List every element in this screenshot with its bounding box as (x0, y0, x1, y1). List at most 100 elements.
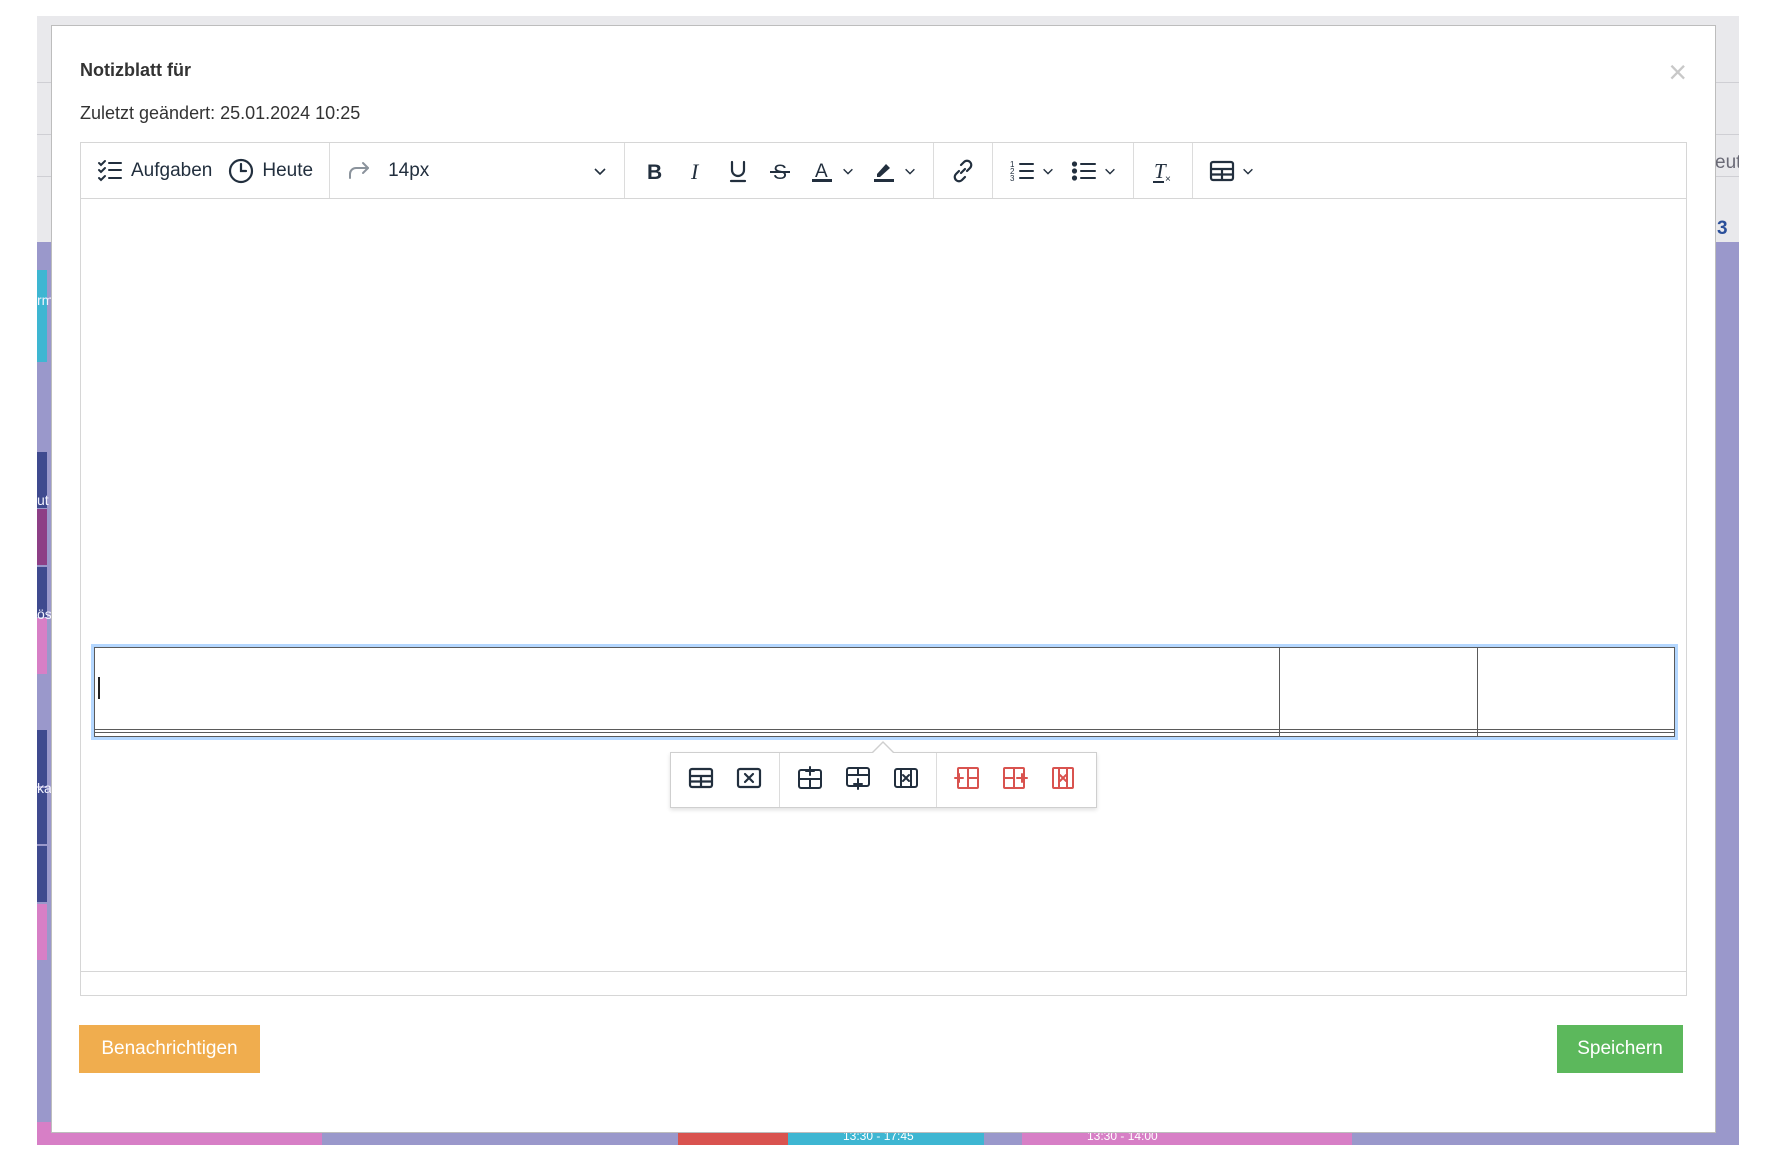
underline-button[interactable] (717, 151, 759, 191)
bulleted-list-icon (1071, 158, 1097, 184)
editor-statusbar (81, 971, 1686, 995)
delete-column-icon (1050, 765, 1076, 796)
chevron-down-icon (1041, 164, 1055, 178)
table-cell[interactable] (94, 732, 1280, 737)
table-cell[interactable] (1279, 732, 1478, 737)
editor-content[interactable] (81, 200, 1686, 973)
insert-row-before-icon (797, 765, 823, 796)
table-properties-icon (688, 765, 714, 796)
toolbar-pointer (872, 743, 894, 754)
highlight-color-icon (871, 158, 897, 184)
table-cell[interactable] (1476, 647, 1675, 730)
insert-row-before-button[interactable] (786, 760, 834, 800)
table-cell[interactable] (94, 647, 1280, 730)
background-event (37, 788, 47, 844)
table-context-toolbar (670, 741, 1097, 808)
strikethrough-icon: S (767, 158, 793, 184)
modal-title: Notizblatt für (80, 60, 191, 80)
delete-column-button[interactable] (1039, 760, 1087, 800)
background-event (37, 904, 47, 960)
italic-icon: I (683, 158, 709, 184)
svg-text:3: 3 (1010, 174, 1015, 183)
toolbar-group-link (934, 143, 994, 198)
table-toolbar-group-columns (937, 753, 1093, 807)
background-text: 3 (1717, 218, 1728, 239)
checklist-icon (97, 158, 123, 184)
background-event (37, 509, 47, 565)
clear-formatting-button[interactable]: T × (1142, 151, 1184, 191)
svg-text:B: B (647, 161, 662, 184)
background-text: ös (37, 606, 52, 622)
background-text: eute (1715, 152, 1739, 173)
text-cursor (98, 677, 100, 700)
table-row (94, 732, 1675, 737)
chevron-down-icon (1241, 164, 1255, 178)
text-color-icon: A (809, 158, 835, 184)
insert-column-before-icon (954, 765, 980, 796)
redo-button[interactable] (338, 151, 380, 191)
strikethrough-button[interactable]: S (759, 151, 801, 191)
bulleted-list-button[interactable] (1063, 151, 1125, 191)
insert-row-after-icon (845, 765, 871, 796)
insert-column-before-button[interactable] (943, 760, 991, 800)
note-table[interactable] (94, 647, 1675, 737)
font-size-value: 14px (388, 159, 430, 181)
link-icon (950, 158, 976, 184)
table-toolbar-group-table (671, 753, 780, 807)
underline-icon (725, 158, 751, 184)
svg-text:I: I (690, 159, 700, 184)
insert-column-after-icon (1002, 765, 1028, 796)
notes-modal: Notizblatt für Zuletzt geändert: 25.01.2… (51, 25, 1716, 1133)
delete-row-icon (893, 765, 919, 796)
insert-row-after-button[interactable] (834, 760, 882, 800)
chevron-down-icon (1103, 164, 1117, 178)
numbered-list-icon: 1 2 3 (1009, 158, 1035, 184)
close-button[interactable]: × (1668, 56, 1687, 88)
chevron-down-icon (841, 164, 855, 178)
bold-button[interactable]: B (633, 151, 675, 191)
toolbar-group-history: 14px (330, 143, 626, 198)
background-text: ka (37, 780, 52, 796)
toolbar-group-table (1193, 143, 1271, 198)
italic-button[interactable]: I (675, 151, 717, 191)
insert-column-after-button[interactable] (991, 760, 1039, 800)
chevron-down-icon (592, 163, 608, 179)
text-color-button[interactable]: A (801, 151, 863, 191)
today-button[interactable]: Heute (220, 151, 321, 191)
save-button[interactable]: Speichern (1557, 1025, 1683, 1073)
toolbar-group-clear: T × (1134, 143, 1194, 198)
note-table-wrapper[interactable] (91, 644, 1678, 740)
delete-row-button[interactable] (882, 760, 930, 800)
screen: rm ut ös ka eute 3 13:30 - 17:45 13:30 -… (0, 0, 1767, 1157)
tasks-label: Aufgaben (131, 159, 213, 181)
toolbar-group-format: B I S A (625, 143, 935, 198)
table-icon (1209, 158, 1235, 184)
delete-table-button[interactable] (725, 760, 773, 800)
last-modified-text: Zuletzt geändert: 25.01.2024 10:25 (80, 103, 361, 123)
insert-table-button[interactable] (1201, 151, 1263, 191)
table-row (94, 647, 1675, 730)
table-toolbar-group-rows (780, 753, 937, 807)
background-event (37, 270, 47, 362)
clock-icon (228, 158, 254, 184)
link-button[interactable] (942, 151, 984, 191)
editor-toolbar: Aufgaben Heute 14px B I S A 1 2 3 T × (81, 143, 1686, 199)
numbered-list-button[interactable]: 1 2 3 (1001, 151, 1063, 191)
table-cell[interactable] (1279, 647, 1478, 730)
rich-text-editor: Aufgaben Heute 14px B I S A 1 2 3 T × (80, 142, 1687, 996)
background-event (37, 618, 47, 674)
notify-button[interactable]: Benachrichtigen (79, 1025, 260, 1073)
table-properties-button[interactable] (677, 760, 725, 800)
background-text: ut (37, 492, 49, 508)
highlight-color-button[interactable] (863, 151, 925, 191)
today-label: Heute (262, 159, 314, 181)
toolbar-group-lists: 1 2 3 (993, 143, 1135, 198)
tasks-button[interactable]: Aufgaben (89, 151, 220, 191)
background-event (37, 730, 47, 786)
font-size-select[interactable]: 14px (380, 151, 616, 191)
table-cell[interactable] (1476, 732, 1675, 737)
redo-icon (346, 158, 372, 184)
svg-text:×: × (1165, 174, 1171, 184)
svg-text:A: A (815, 161, 828, 182)
bold-icon: B (641, 158, 667, 184)
